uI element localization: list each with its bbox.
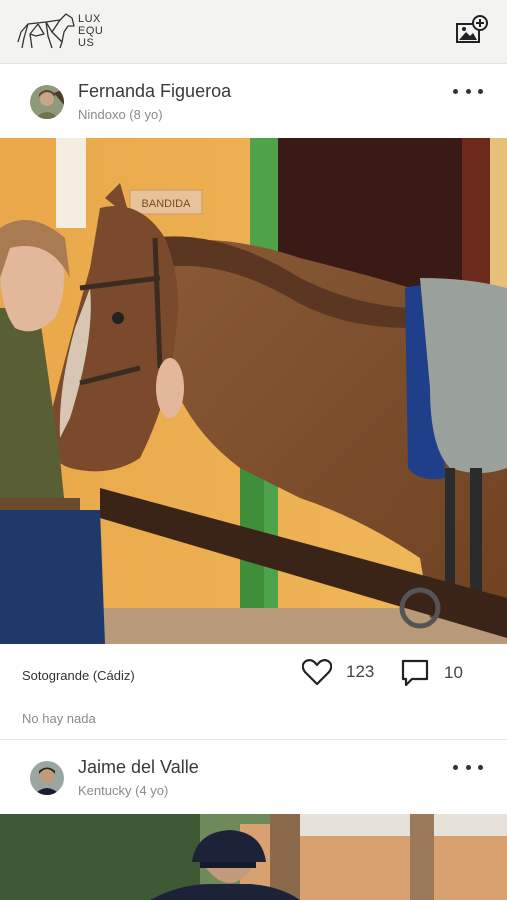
- post-location[interactable]: Sotogrande (Cádiz): [22, 668, 135, 683]
- dot: [478, 88, 483, 94]
- dot: [453, 88, 458, 94]
- logo-wordmark: LUX EQU US: [78, 13, 103, 49]
- avatar[interactable]: [30, 761, 64, 795]
- post-header: Jaime del Valle Kentucky (4 yo): [0, 741, 507, 813]
- post-photo[interactable]: BANDIDA: [0, 138, 507, 644]
- comment-button[interactable]: 10: [400, 658, 463, 688]
- author-name[interactable]: Fernanda Figueroa: [78, 81, 231, 102]
- divider: [0, 739, 507, 740]
- add-image-icon[interactable]: [455, 14, 489, 46]
- heart-icon: [302, 659, 332, 686]
- like-button[interactable]: 123: [302, 658, 374, 686]
- dot: [478, 764, 483, 770]
- post-photo[interactable]: [0, 814, 507, 900]
- logo-line: EQU: [78, 25, 104, 37]
- author-name[interactable]: Jaime del Valle: [78, 757, 199, 778]
- more-options-button[interactable]: [453, 757, 483, 777]
- more-options-button[interactable]: [453, 81, 483, 101]
- comment-icon: [401, 659, 429, 687]
- avatar[interactable]: [30, 85, 64, 119]
- dot: [465, 88, 471, 94]
- logo-line: US: [78, 37, 95, 49]
- dot: [453, 764, 458, 770]
- horse-name-age[interactable]: Kentucky (4 yo): [78, 783, 168, 798]
- app-logo[interactable]: LUX EQU US: [16, 10, 103, 52]
- top-app-bar: LUX EQU US: [0, 0, 507, 64]
- dot: [465, 764, 471, 770]
- logo-line: LUX: [78, 13, 101, 25]
- stall-sign: BANDIDA: [142, 198, 192, 210]
- horse-name-age[interactable]: Nindoxo (8 yo): [78, 107, 163, 122]
- post-header: Fernanda Figueroa Nindoxo (8 yo): [0, 65, 507, 137]
- like-count: 123: [346, 662, 375, 681]
- comment-preview: No hay nada: [22, 711, 96, 726]
- horse-logo-icon: [17, 13, 75, 49]
- comment-count: 10: [444, 663, 463, 682]
